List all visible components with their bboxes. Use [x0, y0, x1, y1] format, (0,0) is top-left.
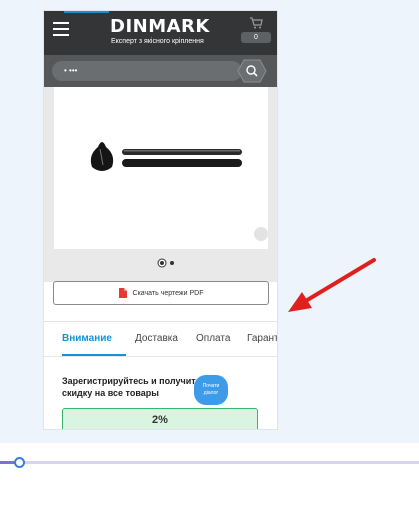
- product-gallery: [44, 87, 277, 282]
- site-header: DINMARK Експерт з якісного кріплення 0: [44, 11, 277, 55]
- pdf-icon: [118, 288, 127, 298]
- gallery-dot-2: [170, 261, 174, 265]
- scrubber-track[interactable]: [0, 461, 419, 464]
- tab-vnimanie[interactable]: Внимание: [62, 333, 112, 344]
- gallery-pagination: [157, 258, 174, 268]
- discount-badge: 2%: [62, 408, 258, 429]
- annotation-arrow-icon: [288, 258, 376, 312]
- start-chat-button[interactable]: Почати діалог: [194, 375, 228, 405]
- product-info-section: Внимание Доставка Оплата Гаранти Зарегис…: [44, 321, 277, 429]
- zoom-icon[interactable]: [254, 227, 268, 241]
- download-pdf-button[interactable]: Скачать чертежи PDF: [53, 281, 269, 305]
- cart-icon[interactable]: [249, 17, 263, 29]
- tab-garantii[interactable]: Гаранти: [247, 333, 277, 344]
- scrubber-handle[interactable]: [14, 457, 25, 468]
- menu-icon[interactable]: [53, 22, 69, 36]
- site-logo[interactable]: DINMARK: [110, 16, 210, 37]
- playback-scrubber[interactable]: [0, 457, 419, 468]
- spring-pin-image: [90, 142, 242, 171]
- chat-label-line2: діалог: [203, 390, 219, 396]
- chat-label-line1: Почати: [202, 383, 220, 389]
- screenshot-stage: DINMARK Експерт з якісного кріплення 0 •…: [0, 0, 419, 443]
- search-bar: [44, 55, 277, 87]
- product-image[interactable]: [54, 87, 268, 249]
- mobile-viewport: DINMARK Експерт з якісного кріплення 0 •…: [43, 10, 278, 430]
- tab-dostavka[interactable]: Доставка: [135, 333, 178, 344]
- download-pdf-label: Скачать чертежи PDF: [132, 289, 204, 297]
- header-accent-line: [64, 11, 109, 13]
- tabs-divider: [44, 356, 277, 357]
- search-input[interactable]: [52, 61, 242, 81]
- search-icon[interactable]: [237, 59, 267, 83]
- cart-count-badge[interactable]: 0: [241, 32, 271, 43]
- site-tagline: Експерт з якісного кріплення: [111, 38, 204, 45]
- tab-oplata[interactable]: Оплата: [196, 333, 230, 344]
